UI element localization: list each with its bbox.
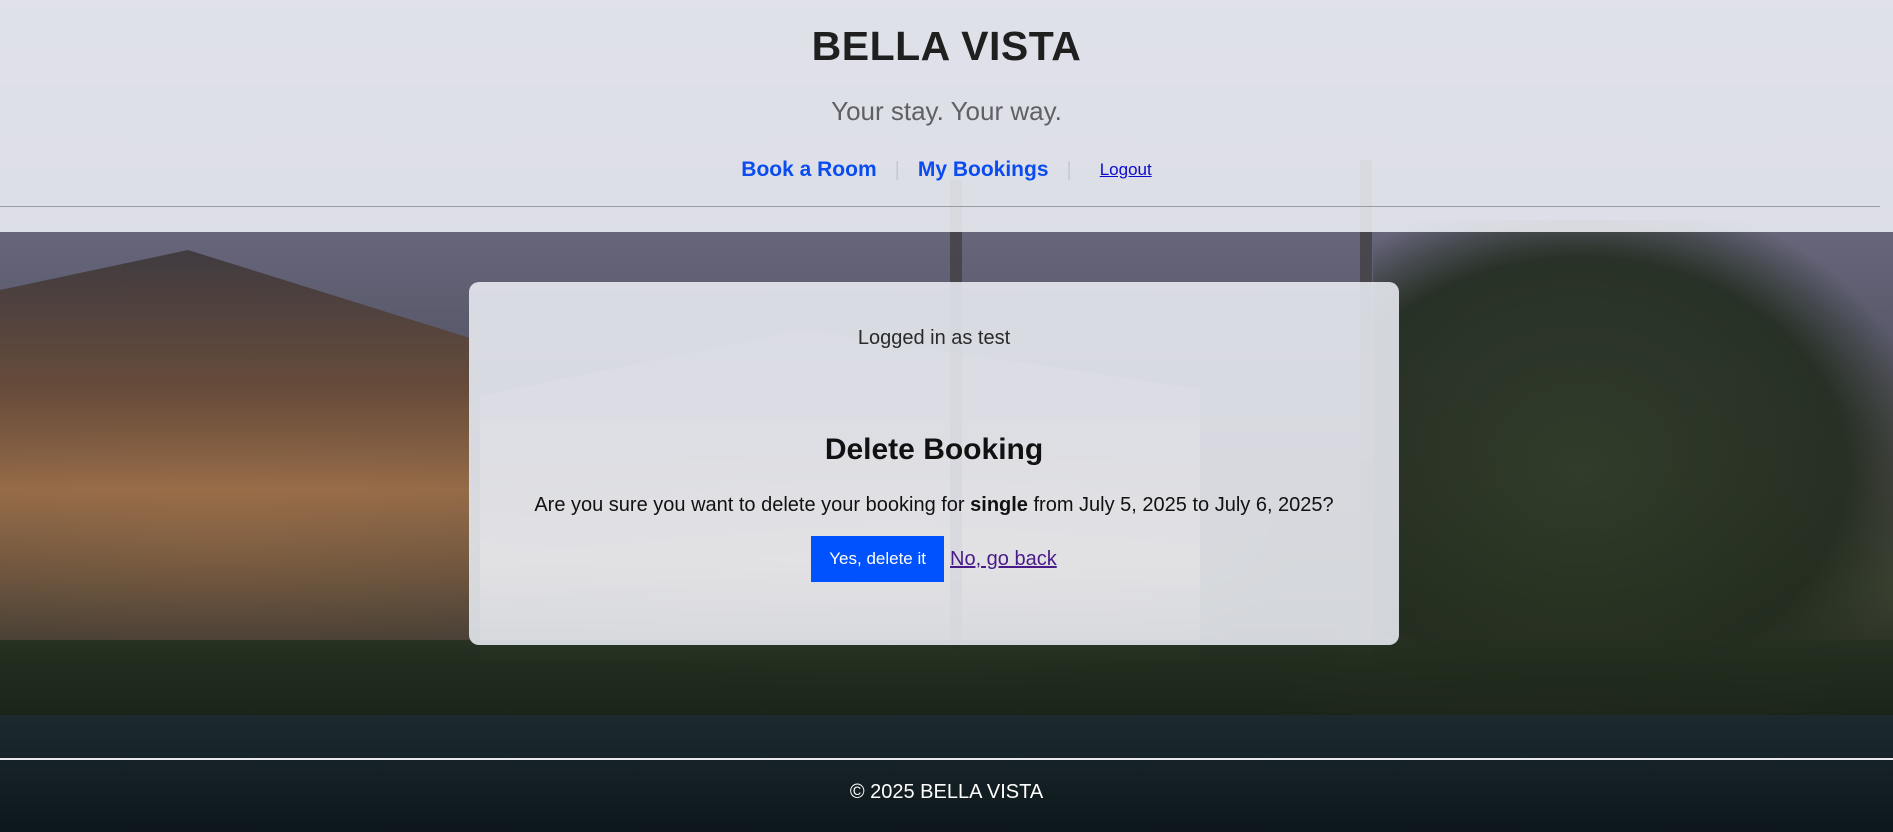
brand-title: BELLA VISTA — [811, 23, 1082, 69]
site-header: BELLA VISTA Your stay. Your way. Book a … — [0, 0, 1893, 232]
go-back-link[interactable]: No, go back — [950, 548, 1057, 571]
delete-booking-card: Logged in as test Delete Booking Are you… — [469, 282, 1399, 645]
tagline: Your stay. Your way. — [831, 96, 1062, 126]
footer-divider — [0, 758, 1893, 760]
nav-my-bookings-link[interactable]: My Bookings — [918, 156, 1049, 184]
nav-separator: | — [1066, 159, 1072, 181]
logged-in-status: Logged in as test — [857, 327, 1011, 349]
confirmation-suffix: from July 5, 2025 to July 6, 2025? — [1027, 494, 1334, 516]
pool — [0, 715, 1893, 832]
nav-separator: | — [894, 159, 900, 181]
confirmation-prefix: Are you sure you want to delete your boo… — [534, 494, 971, 516]
header-divider — [0, 206, 1880, 207]
resort-building-left — [0, 250, 470, 650]
nav-book-room-link[interactable]: Book a Room — [741, 156, 876, 184]
confirm-delete-button[interactable]: Yes, delete it — [811, 536, 944, 582]
footer-copyright: © 2025 BELLA VISTA — [849, 781, 1044, 803]
hedge — [0, 640, 1893, 720]
palm-trees-right — [1373, 220, 1893, 720]
main-nav: Book a Room | My Bookings | Logout — [0, 156, 1893, 184]
page-title: Delete Booking — [824, 433, 1044, 466]
logout-link[interactable]: Logout — [1100, 156, 1152, 184]
confirmation-message: Are you sure you want to delete your boo… — [469, 492, 1399, 518]
room-type: single — [970, 494, 1028, 516]
confirmation-actions: Yes, delete it No, go back — [469, 536, 1399, 582]
